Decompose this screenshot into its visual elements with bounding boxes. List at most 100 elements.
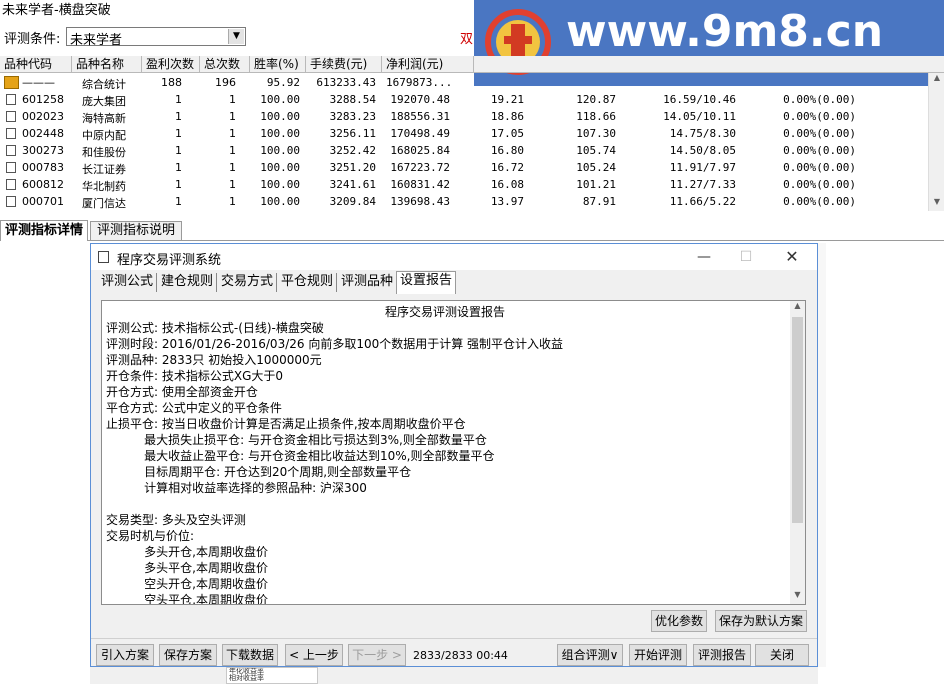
cell-c8: 18.86	[490, 110, 524, 123]
tab-indicator-details[interactable]: 评测指标详情	[0, 220, 88, 242]
report-title: 程序交易评测设置报告	[384, 305, 505, 319]
tab-open-rules[interactable]: 建仓规则	[158, 273, 218, 292]
row-doc-icon	[6, 162, 16, 173]
cell-c10: 11.91/7.97	[669, 161, 736, 174]
report-line: 开仓方式: 使用全部资金开仓	[106, 385, 258, 399]
report-line: 空头开仓,本周期收盘价	[106, 577, 268, 591]
close-button[interactable]: 关闭	[755, 644, 809, 666]
background-strip	[90, 667, 818, 684]
mini-line: 相对收益率	[229, 674, 264, 682]
minimize-icon[interactable]: —	[691, 247, 717, 267]
table-scrollbar[interactable]: ▲ ▼	[928, 73, 944, 211]
col-header-code[interactable]: 品种代码	[0, 56, 72, 72]
col-header-name[interactable]: 品种名称	[72, 56, 142, 72]
report-line: 交易类型: 多头及空头评测	[106, 513, 246, 527]
cell-c8: 16.08	[490, 178, 524, 191]
summary-wins: 188	[161, 76, 182, 89]
col-header-rate[interactable]: 胜率(%)	[250, 56, 306, 72]
cell-code: 000701	[22, 195, 64, 208]
scroll-up-icon[interactable]: ▲	[929, 73, 944, 87]
table-row[interactable]: 002023 海特高新 1 1 100.00 3283.23 188556.31 18.86 1…	[0, 108, 928, 125]
cell-name: 厦门信达	[82, 197, 126, 210]
maximize-icon[interactable]: ☐	[733, 247, 759, 267]
scroll-thumb[interactable]	[792, 317, 803, 523]
cell-wins: 1	[175, 93, 182, 106]
table-row[interactable]: 002448 中原内配 1 1 100.00 3256.11 170498.49 17.05 1…	[0, 125, 928, 142]
status-progress: 2833/2833 00:44	[413, 649, 508, 662]
tab-close-rules[interactable]: 平仓规则	[278, 273, 338, 292]
condition-select[interactable]: 未来学者 ▼	[66, 27, 246, 48]
col-header-wins[interactable]: 盈利次数	[142, 56, 200, 72]
cell-profit: 188556.31	[390, 110, 450, 123]
cell-wins: 1	[175, 144, 182, 157]
col-header-total[interactable]: 总次数	[200, 56, 250, 72]
scroll-up-icon[interactable]: ▲	[790, 301, 805, 315]
cell-c9: 120.87	[576, 93, 616, 106]
report-line: 计算相对收益率选择的参照品种: 沪深300	[106, 481, 367, 495]
col-header-fee[interactable]: 手续费(元)	[306, 56, 382, 72]
cell-fee: 3241.61	[329, 178, 376, 191]
cell-c10: 16.59/10.46	[663, 93, 736, 106]
scroll-down-icon[interactable]: ▼	[790, 590, 805, 604]
cell-total: 1	[229, 110, 236, 123]
cell-c8: 16.72	[490, 161, 524, 174]
cell-c10: 14.75/8.30	[669, 127, 736, 140]
dialog-titlebar[interactable]: 程序交易评测系统 — ☐ ✕	[91, 244, 817, 270]
close-icon[interactable]: ✕	[779, 247, 805, 267]
start-evaluate-button[interactable]: 开始评测	[629, 644, 687, 666]
tab-instruments[interactable]: 评测品种	[338, 273, 398, 292]
report-line: 开仓条件: 技术指标公式XG大于0	[106, 369, 284, 383]
report-line: 最大损失止损平仓: 与开仓资金相比亏损达到3%,则全部数量平仓	[106, 433, 487, 447]
report-scrollbar[interactable]: ▲ ▼	[790, 301, 805, 604]
table-row[interactable]: 000701 厦门信达 1 1 100.00 3209.84 139698.43 13.97 8…	[0, 193, 928, 210]
save-scheme-button[interactable]: 保存方案	[159, 644, 217, 666]
tab-formula[interactable]: 评测公式	[98, 273, 158, 292]
report-line: 最大收益止盈平仓: 与开仓资金相比收益达到10%,则全部数量平仓	[106, 449, 495, 463]
cell-code: 300273	[22, 144, 64, 157]
cell-rate: 100.00	[260, 144, 300, 157]
summary-folder-icon	[4, 76, 19, 89]
table-row[interactable]: 601258 庞大集团 1 1 100.00 3288.54 192070.48 19.21 1…	[0, 91, 928, 108]
tab-trade-mode[interactable]: 交易方式	[218, 273, 278, 292]
summary-code: ———	[22, 76, 55, 89]
cell-wins: 1	[175, 127, 182, 140]
table-row[interactable]: 300273 和佳股份 1 1 100.00 3252.42 168025.84 16.80 1…	[0, 142, 928, 159]
save-default-button[interactable]: 保存为默认方案	[715, 610, 807, 632]
import-scheme-button[interactable]: 引入方案	[96, 644, 154, 666]
cell-profit: 192070.48	[390, 93, 450, 106]
cell-profit: 168025.84	[390, 144, 450, 157]
col-header-profit[interactable]: 净利润(元)	[382, 56, 474, 72]
cell-total: 1	[229, 178, 236, 191]
cell-c9: 87.91	[582, 195, 616, 208]
report-line: 评测品种: 2833只 初始投入1000000元	[106, 353, 322, 367]
cell-fee: 3209.84	[329, 195, 376, 208]
table-row-summary[interactable]: ——— 综合统计 188 196 95.92 613233.43 1679873…	[0, 74, 928, 91]
evaluate-report-button[interactable]: 评测报告	[693, 644, 751, 666]
table-row[interactable]: 600812 华北制药 1 1 100.00 3241.61 160831.42 16.08 1…	[0, 176, 928, 193]
cell-c11: 0.00%(0.00)	[783, 195, 856, 208]
table-row[interactable]: 000783 长江证券 1 1 100.00 3251.20 167223.72 16.72 1…	[0, 159, 928, 176]
prev-step-button[interactable]: < 上一步	[285, 644, 343, 666]
optimize-params-button[interactable]: 优化参数	[651, 610, 707, 632]
summary-fee: 613233.43	[316, 76, 376, 89]
row-doc-icon	[6, 111, 16, 122]
condition-select-value: 未来学者	[70, 33, 123, 48]
tab-settings-report[interactable]: 设置报告	[396, 271, 457, 294]
combo-evaluate-button[interactable]: 组合评测∨	[557, 644, 623, 666]
cell-c11: 0.00%(0.00)	[783, 161, 856, 174]
cell-fee: 3256.11	[329, 127, 376, 140]
next-step-button[interactable]: 下一步 >	[348, 644, 406, 666]
scroll-down-icon[interactable]: ▼	[929, 197, 944, 211]
cell-profit: 170498.49	[390, 127, 450, 140]
download-data-button[interactable]: 下载数据	[222, 644, 278, 666]
settings-report-text[interactable]: 程序交易评测设置报告 评测公式: 技术指标公式-(日线)-横盘突破 评测时段: 2…	[101, 300, 806, 605]
tab-indicator-help[interactable]: 评测指标说明	[90, 221, 182, 240]
cell-c8: 17.05	[490, 127, 524, 140]
divider	[91, 638, 817, 639]
cell-code: 002023	[22, 110, 64, 123]
cell-code: 000783	[22, 161, 64, 174]
row-doc-icon	[6, 94, 16, 105]
cell-name: 和佳股份	[82, 146, 126, 159]
chevron-down-icon[interactable]: ▼	[228, 29, 244, 44]
report-line: 多头开仓,本周期收盘价	[106, 545, 268, 559]
